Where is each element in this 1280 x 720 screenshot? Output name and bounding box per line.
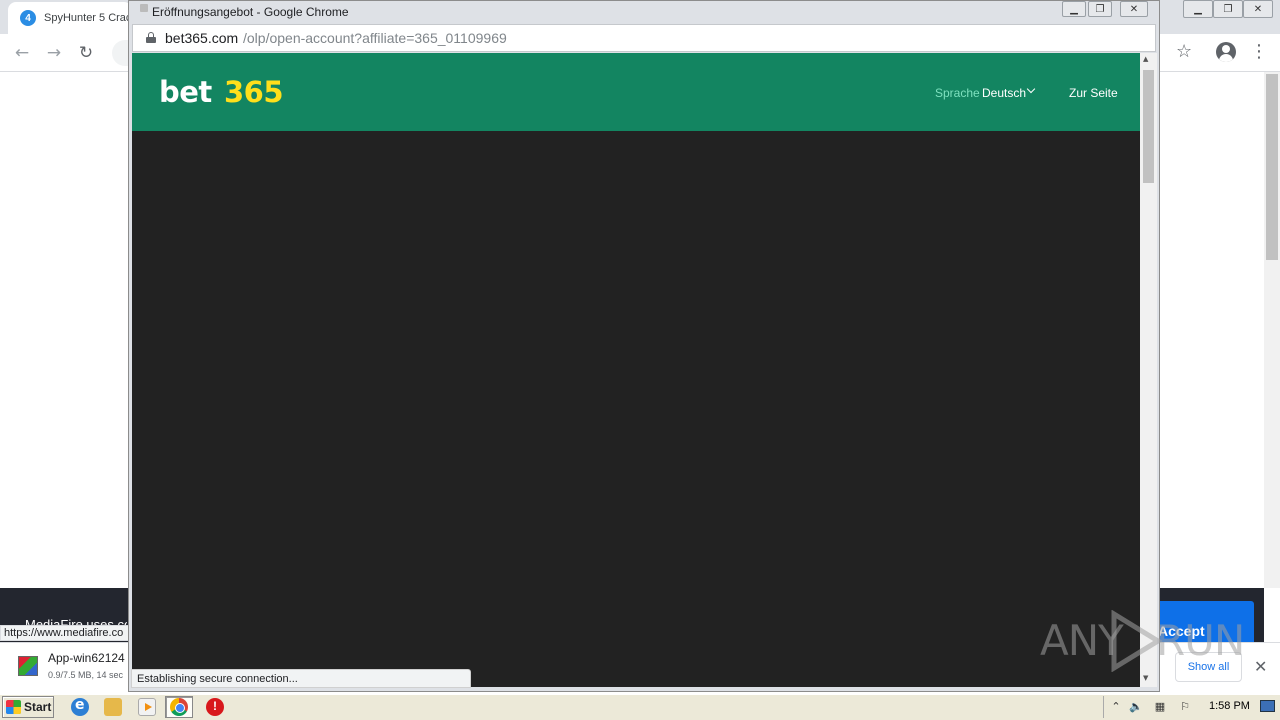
popup-favicon-icon xyxy=(140,4,148,12)
start-button[interactable]: Start xyxy=(2,696,54,718)
tray-expand-icon[interactable]: ⌃ xyxy=(1109,700,1123,714)
popup-maximize-icon[interactable]: ❐ xyxy=(1088,1,1112,17)
status-url-bubble: https://www.mediafire.co xyxy=(0,625,130,641)
windows-logo-icon xyxy=(6,700,21,714)
lock-icon[interactable] xyxy=(146,32,156,43)
profile-icon[interactable] xyxy=(1216,42,1236,62)
url-path: /olp/open-account?affiliate=365_01109969 xyxy=(243,30,507,46)
popup-minimize-icon[interactable]: ▁ xyxy=(1062,1,1086,17)
show-desktop-icon[interactable] xyxy=(1260,700,1275,712)
network-icon[interactable]: ▦ xyxy=(1153,700,1167,714)
popup-close-icon[interactable]: ✕ xyxy=(1120,1,1148,17)
download-progress: 0.9/7.5 MB, 14 sec xyxy=(48,670,124,680)
language-selector[interactable]: Deutsch xyxy=(982,86,1026,100)
back-icon[interactable]: ← xyxy=(11,42,33,64)
start-label: Start xyxy=(24,700,52,714)
file-explorer-icon[interactable] xyxy=(104,698,122,716)
bg-tab-title: SpyHunter 5 Crac xyxy=(44,12,132,24)
bg-minimize-icon[interactable]: ▁ xyxy=(1183,0,1213,18)
bet365-logo-365[interactable]: 365 xyxy=(224,75,284,109)
winrar-file-icon[interactable] xyxy=(18,656,38,676)
bet365-logo-bet[interactable]: bet xyxy=(159,75,212,109)
bg-tab[interactable]: 4 SpyHunter 5 Crac xyxy=(8,2,132,34)
popup-window-title: Eröffnungsangebot - Google Chrome xyxy=(152,5,349,19)
site-header: bet 365 Sprache Deutsch Zur Seite xyxy=(132,53,1140,131)
page-content: bet 365 Sprache Deutsch Zur Seite xyxy=(132,53,1140,687)
chevron-down-icon[interactable] xyxy=(1026,84,1036,94)
connection-status-bubble: Establishing secure connection... xyxy=(131,669,471,688)
internet-explorer-icon[interactable] xyxy=(71,697,89,716)
spyhunter-favicon-icon: 4 xyxy=(20,10,36,26)
bg-close-icon[interactable]: ✕ xyxy=(1243,0,1273,18)
watermark-run: RUN xyxy=(1156,616,1245,665)
scroll-up-icon[interactable]: ▲ xyxy=(1143,55,1148,63)
close-downloads-icon[interactable]: ✕ xyxy=(1254,657,1267,676)
bg-scroll-thumb[interactable] xyxy=(1266,74,1278,260)
menu-icon[interactable]: ⋮ xyxy=(1250,41,1268,62)
action-center-flag-icon[interactable]: ⚐ xyxy=(1178,700,1192,714)
download-filename[interactable]: App-win62124 xyxy=(48,651,128,665)
url-host: bet365.com xyxy=(165,30,239,46)
chrome-icon[interactable] xyxy=(170,698,188,716)
stop-sign-icon[interactable] xyxy=(206,698,224,716)
taskbar-clock[interactable]: 1:58 PM xyxy=(1209,700,1250,712)
volume-icon[interactable]: 🔈 xyxy=(1129,700,1143,714)
star-icon[interactable]: ☆ xyxy=(1176,41,1192,62)
zur-seite-link[interactable]: Zur Seite xyxy=(1069,86,1118,100)
popup-scroll-thumb[interactable] xyxy=(1143,70,1154,183)
bg-maximize-icon[interactable]: ❐ xyxy=(1213,0,1243,18)
language-label: Sprache xyxy=(935,86,980,100)
media-player-icon[interactable] xyxy=(138,698,156,716)
scroll-down-icon[interactable]: ▼ xyxy=(1143,674,1148,682)
forward-icon[interactable]: → xyxy=(43,42,65,64)
reload-icon[interactable]: ↻ xyxy=(75,42,97,64)
